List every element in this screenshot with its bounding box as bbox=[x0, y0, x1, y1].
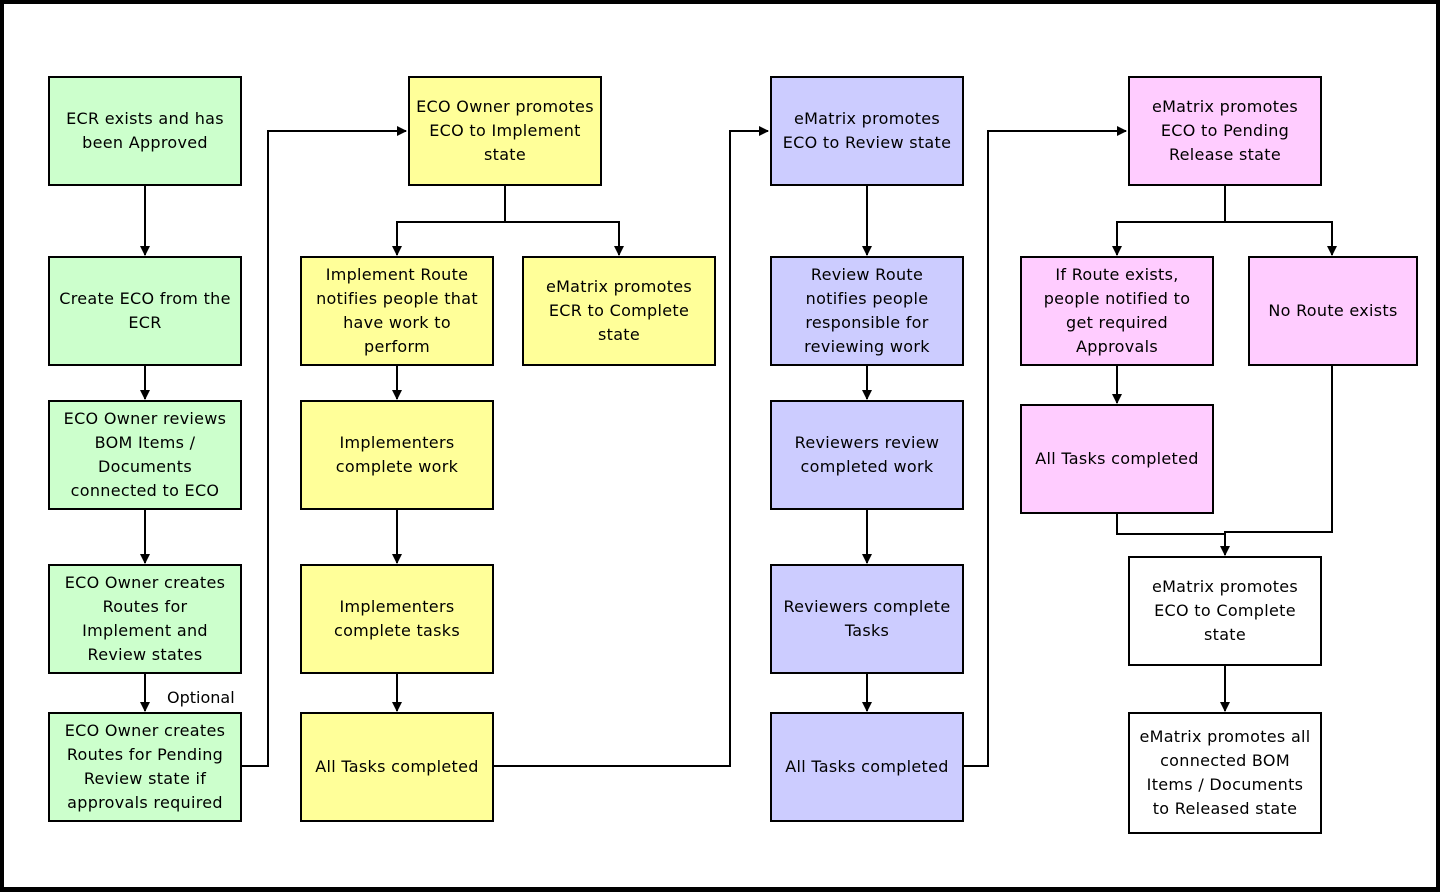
node-promote-pending: eMatrix promotes ECO to Pending Release … bbox=[1128, 76, 1322, 186]
node-text: ECO Owner reviews BOM Items / Documents … bbox=[63, 409, 227, 500]
node-text: eMatrix promotes ECO to Complete state bbox=[1151, 577, 1299, 644]
node-text: No Route exists bbox=[1268, 301, 1398, 320]
optional-label: Optional bbox=[167, 688, 235, 707]
node-text: Create ECO from the ECR bbox=[59, 289, 231, 332]
node-text: ECO Owner creates Routes for Pending Rev… bbox=[64, 721, 226, 812]
node-create-eco: Create ECO from the ECR bbox=[48, 256, 242, 366]
node-reviewers-tasks: Reviewers complete Tasks bbox=[770, 564, 964, 674]
node-release-items: eMatrix promotes all connected BOM Items… bbox=[1128, 712, 1322, 834]
node-implementers-work: Implementers complete work bbox=[300, 400, 494, 510]
node-text: All Tasks completed bbox=[1035, 449, 1199, 468]
node-text: ECO Owner promotes ECO to Implement stat… bbox=[416, 97, 594, 164]
node-text: Implementers complete tasks bbox=[333, 597, 461, 640]
node-create-routes: ECO Owner creates Routes for Implement a… bbox=[48, 564, 242, 674]
node-review-all-tasks: All Tasks completed bbox=[770, 712, 964, 822]
node-text: All Tasks completed bbox=[785, 757, 949, 776]
node-promote-implement: ECO Owner promotes ECO to Implement stat… bbox=[408, 76, 602, 186]
node-implementers-tasks: Implementers complete tasks bbox=[300, 564, 494, 674]
node-pending-routes: ECO Owner creates Routes for Pending Rev… bbox=[48, 712, 242, 822]
node-text: eMatrix promotes ECO to Review state bbox=[782, 109, 952, 152]
node-reviewers-review: Reviewers review completed work bbox=[770, 400, 964, 510]
node-text: Implementers complete work bbox=[335, 433, 459, 476]
node-text: Reviewers complete Tasks bbox=[783, 597, 951, 640]
node-text: ECO Owner creates Routes for Implement a… bbox=[64, 573, 226, 664]
node-promote-review: eMatrix promotes ECO to Review state bbox=[770, 76, 964, 186]
node-route-exists: If Route exists, people notified to get … bbox=[1020, 256, 1214, 366]
node-ecr-approved: ECR exists and has been Approved bbox=[48, 76, 242, 186]
node-no-route: No Route exists bbox=[1248, 256, 1418, 366]
node-text: eMatrix promotes ECO to Pending Release … bbox=[1151, 97, 1299, 164]
node-review-route: Review Route notifies people responsible… bbox=[770, 256, 964, 366]
node-implement-route: Implement Route notifies people that hav… bbox=[300, 256, 494, 366]
node-text: All Tasks completed bbox=[315, 757, 479, 776]
node-text: If Route exists, people notified to get … bbox=[1043, 265, 1191, 356]
node-text: eMatrix promotes ECR to Complete state bbox=[545, 277, 693, 344]
node-text: Review Route notifies people responsible… bbox=[804, 265, 930, 356]
node-text: Reviewers review completed work bbox=[794, 433, 940, 476]
node-ecr-complete: eMatrix promotes ECR to Complete state bbox=[522, 256, 716, 366]
node-pending-all-tasks: All Tasks completed bbox=[1020, 404, 1214, 514]
node-text: Implement Route notifies people that hav… bbox=[316, 265, 478, 356]
node-text: eMatrix promotes all connected BOM Items… bbox=[1139, 727, 1311, 818]
node-implement-all-tasks: All Tasks completed bbox=[300, 712, 494, 822]
node-review-bom: ECO Owner reviews BOM Items / Documents … bbox=[48, 400, 242, 510]
node-eco-complete: eMatrix promotes ECO to Complete state bbox=[1128, 556, 1322, 666]
node-text: ECR exists and has been Approved bbox=[66, 109, 224, 152]
